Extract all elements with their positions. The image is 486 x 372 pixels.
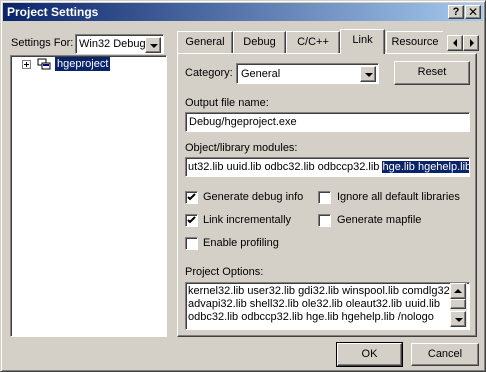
modules-field[interactable]: ut32.lib uuid.lib odbc32.lib odbccp32.li… [185, 157, 470, 177]
ignore-default-libraries-label: Ignore all default libraries [337, 191, 460, 203]
output-file-field[interactable]: Debug/hgeproject.exe [185, 112, 470, 132]
chevron-down-icon[interactable] [145, 37, 161, 53]
category-value: General [241, 68, 281, 80]
help-button[interactable]: ? [448, 5, 464, 19]
generate-mapfile-label: Generate mapfile [337, 214, 422, 226]
link-incrementally-checkbox[interactable] [185, 214, 198, 227]
title-bar[interactable]: Project Settings [3, 3, 483, 21]
modules-label: Object/library modules: [185, 142, 298, 154]
chevron-down-icon[interactable] [360, 66, 376, 82]
project-settings-dialog: Project Settings ? ✕ Settings For: Win32… [0, 0, 486, 372]
project-options-field[interactable]: kernel32.lib user32.lib gdi32.lib winspo… [185, 282, 470, 330]
help-icon: ? [452, 6, 460, 18]
tab-debug[interactable]: Debug [233, 31, 286, 53]
window-title: Project Settings [7, 5, 99, 19]
project-options-line: kernel32.lib user32.lib gdi32.lib winspo… [188, 285, 464, 297]
tab-general[interactable]: General [177, 31, 233, 53]
scroll-thumb[interactable] [450, 299, 466, 309]
modules-value-selected: hge.lib hgehelp.lib [382, 161, 470, 173]
category-combo[interactable]: General [236, 63, 379, 84]
project-options-label: Project Options: [185, 266, 264, 278]
scroll-up-button[interactable] [450, 283, 466, 299]
enable-profiling-checkbox[interactable] [185, 237, 198, 250]
scroll-down-button[interactable] [450, 311, 466, 327]
tab-scroll-right-button[interactable] [463, 35, 479, 51]
project-options-line: odbc32.lib odbccp32.lib hge.lib hgehelp.… [188, 311, 434, 323]
project-options-line: advapi32.lib shell32.lib ole32.lib oleau… [188, 298, 440, 310]
generate-debug-info-checkbox[interactable] [185, 191, 198, 204]
project-tree[interactable]: hgeproject [10, 55, 167, 337]
reset-button[interactable]: Reset [394, 61, 470, 85]
output-file-value: Debug/hgeproject.exe [189, 116, 297, 128]
tab-scroll-left-button[interactable] [447, 35, 463, 51]
enable-profiling-label: Enable profiling [203, 237, 279, 249]
ok-button[interactable]: OK [336, 342, 403, 367]
close-button[interactable]: ✕ [465, 5, 481, 19]
category-label: Category: [185, 67, 233, 79]
close-icon: ✕ [467, 5, 479, 19]
tree-expand-icon[interactable] [22, 60, 31, 69]
cancel-button[interactable]: Cancel [411, 343, 479, 366]
output-file-label: Output file name: [185, 97, 269, 109]
generate-debug-info-label: Generate debug info [203, 191, 304, 203]
options-scrollbar[interactable] [450, 283, 467, 327]
settings-for-combo[interactable]: Win32 Debug [75, 34, 164, 54]
tab-link[interactable]: Link [340, 29, 385, 54]
project-icon [37, 58, 53, 72]
modules-value-plain: ut32.lib uuid.lib odbc32.lib odbccp32.li… [188, 161, 383, 173]
settings-for-value: Win32 Debug [79, 38, 146, 50]
generate-mapfile-checkbox[interactable] [318, 214, 331, 227]
tree-item-hgeproject[interactable]: hgeproject [55, 57, 111, 71]
link-incrementally-label: Link incrementally [203, 214, 292, 226]
settings-for-label: Settings For: [11, 37, 74, 49]
tab-cpp[interactable]: C/C++ [286, 31, 340, 53]
tab-resource[interactable]: Resource [386, 31, 443, 53]
ignore-default-libraries-checkbox[interactable] [318, 191, 331, 204]
